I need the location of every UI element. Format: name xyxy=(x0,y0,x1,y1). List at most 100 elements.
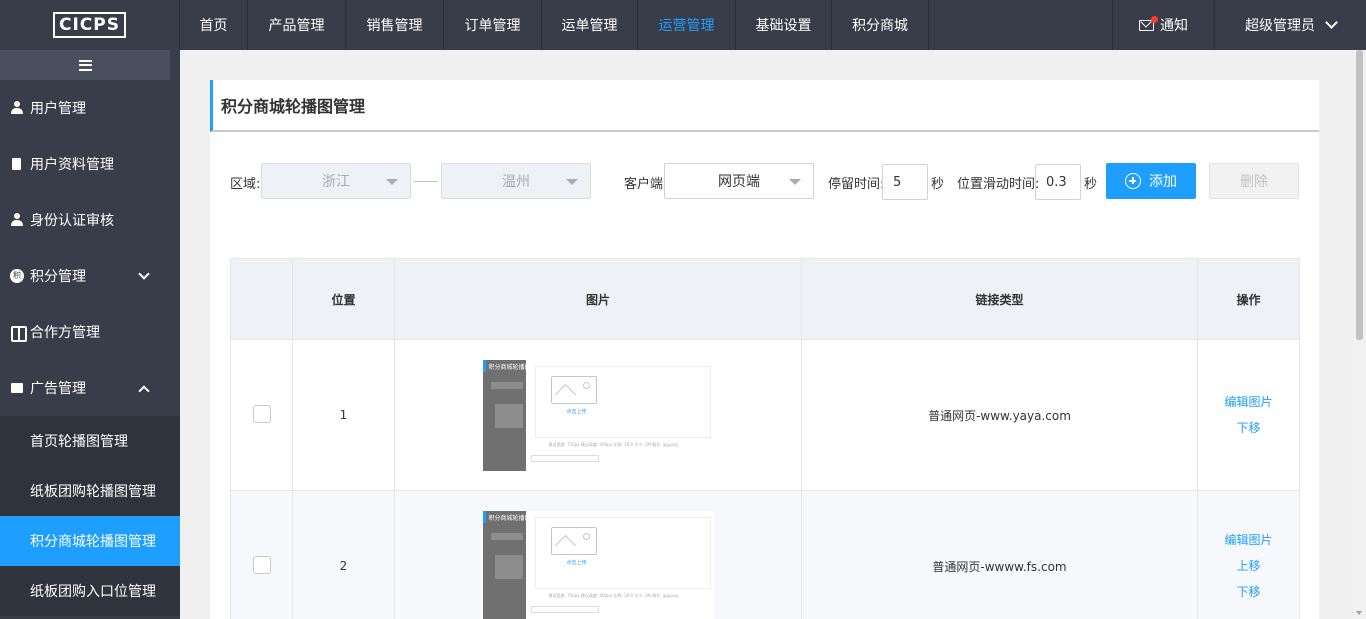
filter-bar: 区域: 浙江 温州 客户端 网页端 停留时间: 5 秒 位置滑动时间: 0.3 … xyxy=(230,163,1300,200)
sidebar-sub-home-carousel[interactable]: 首页轮播图管理 xyxy=(0,416,180,466)
sidebar-item-label: 用户管理 xyxy=(30,101,86,117)
user-icon xyxy=(10,101,24,115)
carousel-image-thumbnail[interactable]: 积分商城轮播图管理 点击上传 建议宽度: 750px 建议高度: 400px 比… xyxy=(482,359,714,471)
sidebar-item-ads[interactable]: 广告管理 xyxy=(0,360,180,416)
sidebar-item-label: 合作方管理 xyxy=(30,325,100,341)
thumb-meta: 建议宽度: 750px 建议高度: 400px 比例: 16:9 大小: 1M … xyxy=(548,441,678,447)
row-link-type: 普通网页-www.yaya.com xyxy=(801,339,1198,491)
region-label: 区域: xyxy=(230,177,261,192)
stay-time-input[interactable]: 5 xyxy=(882,164,928,200)
sidebar: 用户管理 用户资料管理 身份认证审核 积分管理 合作方管理 广告管理 首页轮播图… xyxy=(0,50,180,619)
scrollbar-thumb[interactable] xyxy=(1356,50,1363,340)
nav-home[interactable]: 首页 xyxy=(180,0,248,50)
row-checkbox[interactable] xyxy=(252,404,271,423)
ad-icon xyxy=(10,381,24,395)
sidebar-item-user-profiles[interactable]: 用户资料管理 xyxy=(0,136,180,192)
province-value: 浙江 xyxy=(322,174,350,190)
thumb-upload-label: 点击上传 xyxy=(566,408,587,415)
chevron-up-icon xyxy=(138,385,150,397)
content-panel: 积分商城轮播图管理 区域: 浙江 温州 客户端 网页端 停留时间: 5 秒 位置… xyxy=(210,80,1319,619)
thumb-upload-label: 点击上传 xyxy=(566,559,587,566)
image-placeholder-icon xyxy=(550,526,597,555)
client-label: 客户端 xyxy=(624,177,664,192)
notification-dot xyxy=(1151,16,1158,23)
nav-sales[interactable]: 销售管理 xyxy=(346,0,444,50)
slide-time-input[interactable]: 0.3 xyxy=(1035,164,1081,200)
nav-product[interactable]: 产品管理 xyxy=(248,0,346,50)
dropdown-arrow-icon xyxy=(789,179,801,185)
row-link-type: 普通网页-wwww.fs.com xyxy=(801,490,1198,619)
admin-menu[interactable]: 超级管理员 xyxy=(1214,0,1366,50)
move-up-link[interactable]: 上移 xyxy=(1198,553,1299,579)
client-value: 网页端 xyxy=(718,174,760,190)
move-down-link[interactable]: 下移 xyxy=(1198,415,1299,441)
stay-time-label: 停留时间: xyxy=(828,177,885,192)
range-separator xyxy=(414,181,438,182)
sidebar-item-label: 用户资料管理 xyxy=(30,157,114,173)
nav-settings[interactable]: 基础设置 xyxy=(736,0,832,50)
nav-points-mall[interactable]: 积分商城 xyxy=(832,0,929,50)
admin-label: 超级管理员 xyxy=(1245,18,1315,34)
sidebar-item-partners[interactable]: 合作方管理 xyxy=(0,304,180,360)
plus-circle-icon xyxy=(1125,173,1141,189)
sidebar-item-id-verify[interactable]: 身份认证审核 xyxy=(0,192,180,248)
thumb-meta: 建议宽度: 750px 建议高度: 400px 比例: 16:9 大小: 1M … xyxy=(548,592,678,598)
slide-time-label: 位置滑动时间: xyxy=(957,177,1040,192)
partner-icon xyxy=(10,325,27,342)
nav-operations[interactable]: 运营管理 xyxy=(638,0,736,50)
main-content: 积分商城轮播图管理 区域: 浙江 温州 客户端 网页端 停留时间: 5 秒 位置… xyxy=(180,50,1353,619)
hamburger-icon xyxy=(78,59,92,71)
notification-button[interactable]: 通知 xyxy=(1112,0,1214,50)
sidebar-item-label: 积分管理 xyxy=(30,269,86,285)
document-icon xyxy=(10,157,24,171)
edit-image-link[interactable]: 编辑图片 xyxy=(1198,527,1299,553)
row-position: 1 xyxy=(292,339,395,491)
dropdown-arrow-icon xyxy=(566,179,578,185)
delete-button[interactable]: 删除 xyxy=(1209,163,1299,199)
client-select[interactable]: 网页端 xyxy=(664,163,814,199)
sidebar-sub-board-carousel[interactable]: 纸板团购轮播图管理 xyxy=(0,466,180,516)
col-actions: 操作 xyxy=(1197,258,1300,340)
id-verify-icon xyxy=(10,213,24,227)
points-icon xyxy=(10,269,24,283)
nav-orders[interactable]: 订单管理 xyxy=(444,0,542,50)
notification-label: 通知 xyxy=(1160,18,1188,34)
province-select: 浙江 xyxy=(261,163,411,199)
sidebar-item-label: 广告管理 xyxy=(30,381,86,397)
chevron-down-icon xyxy=(1325,16,1338,29)
carousel-table: 位置 图片 链接类型 操作 1 积分商城轮播图管理 点击上传 建议宽度: 750… xyxy=(230,258,1300,619)
image-placeholder-icon xyxy=(550,375,597,404)
nav-waybill[interactable]: 运单管理 xyxy=(542,0,638,50)
chevron-down-icon xyxy=(138,268,150,280)
slide-unit: 秒 xyxy=(1084,177,1098,192)
top-bar: CICPS 首页 产品管理 销售管理 订单管理 运单管理 运营管理 基础设置 积… xyxy=(0,0,1366,50)
add-button[interactable]: 添加 xyxy=(1106,163,1196,199)
sidebar-sub-board-entry[interactable]: 纸板团购入口位管理 xyxy=(0,566,180,616)
app-logo[interactable]: CICPS xyxy=(0,0,180,50)
table-row: 2 积分商城轮播图管理 点击上传 建议宽度: 750px 建议高度: 400px… xyxy=(230,490,1300,619)
table-row: 1 积分商城轮播图管理 点击上传 建议宽度: 750px 建议高度: 400px… xyxy=(230,339,1300,491)
sidebar-item-users[interactable]: 用户管理 xyxy=(0,80,180,136)
city-select: 温州 xyxy=(441,163,591,199)
col-select xyxy=(230,258,293,340)
edit-image-link[interactable]: 编辑图片 xyxy=(1198,389,1299,415)
table-header-row: 位置 图片 链接类型 操作 xyxy=(230,258,1300,340)
stay-unit: 秒 xyxy=(931,177,945,192)
city-value: 温州 xyxy=(502,174,530,190)
sidebar-sub-points-carousel[interactable]: 积分商城轮播图管理 xyxy=(0,516,180,566)
page-scrollbar[interactable] xyxy=(1353,50,1366,619)
scroll-down-arrow-icon[interactable] xyxy=(1356,611,1362,615)
carousel-image-thumbnail[interactable]: 积分商城轮播图管理 点击上传 建议宽度: 750px 建议高度: 400px 比… xyxy=(482,510,714,619)
sidebar-toggle[interactable] xyxy=(0,50,170,80)
move-down-link[interactable]: 下移 xyxy=(1198,579,1299,605)
col-link-type: 链接类型 xyxy=(801,258,1198,340)
col-position: 位置 xyxy=(292,258,395,340)
sidebar-item-points[interactable]: 积分管理 xyxy=(0,248,180,304)
page-title: 积分商城轮播图管理 xyxy=(210,80,1319,132)
row-position: 2 xyxy=(292,490,395,619)
sidebar-item-label: 身份认证审核 xyxy=(30,213,114,229)
row-checkbox[interactable] xyxy=(252,555,271,574)
add-label: 添加 xyxy=(1149,174,1177,190)
dropdown-arrow-icon xyxy=(386,179,398,185)
col-image: 图片 xyxy=(394,258,802,340)
